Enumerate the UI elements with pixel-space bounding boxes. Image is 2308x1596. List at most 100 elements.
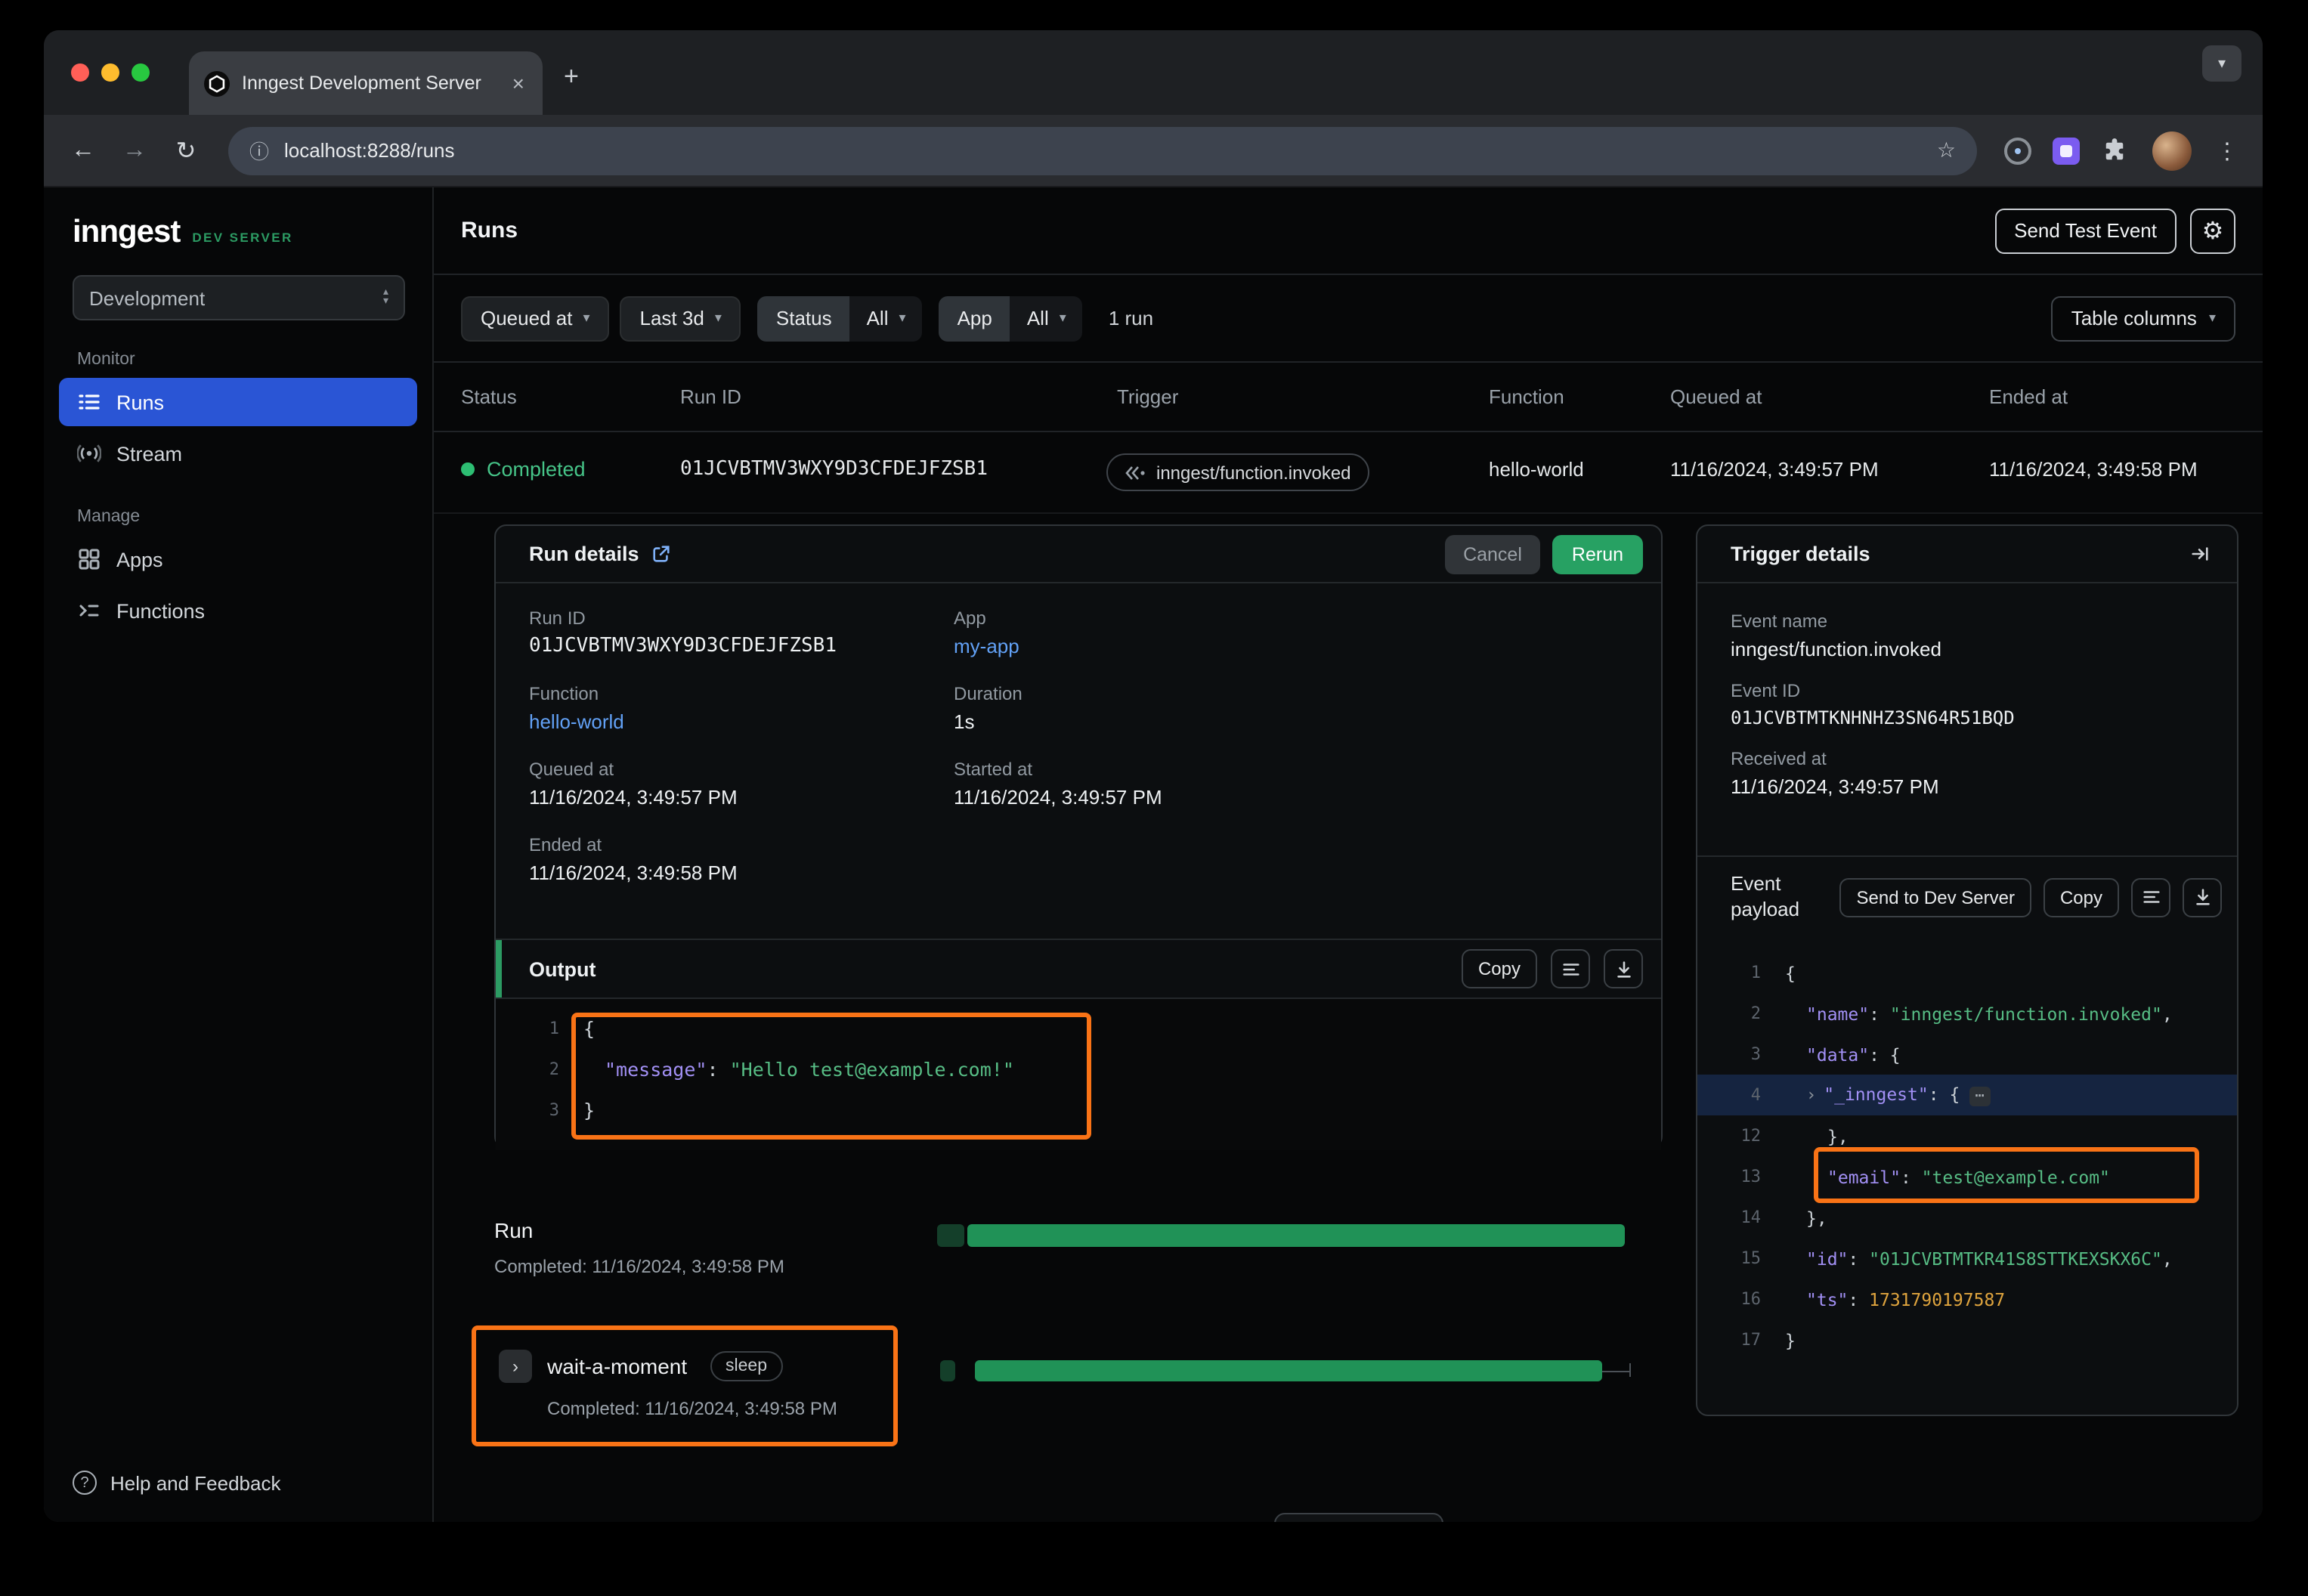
run-id-value: 01JCVBTMV3WXY9D3CFDEJFZSB1 [529, 635, 954, 657]
payload-code: 1{ 2"name": "inngest/function.invoked", … [1697, 937, 2237, 1418]
code-line-collapsed[interactable]: 4›"_inngest": {⋯ [1697, 1075, 2237, 1115]
event-payload-label: Event payload [1731, 873, 1818, 922]
sidebar: inngest DEV SERVER Development ▴▾ Monito… [44, 187, 434, 1522]
function-label: Function [529, 683, 954, 704]
help-icon: ? [73, 1471, 97, 1495]
timeline-run-label: Run [494, 1218, 784, 1242]
event-id-label: Event ID [1731, 680, 2204, 701]
browser-menu-icon[interactable]: ⋮ [2216, 137, 2238, 164]
row-trigger[interactable]: inngest/function.invoked [1106, 453, 1369, 491]
browser-tab[interactable]: Inngest Development Server × [189, 51, 543, 115]
scroll-to-bottom-button[interactable] [2183, 877, 2222, 917]
extension-purple-icon[interactable] [2053, 137, 2080, 164]
code-line: 16"ts": 1731790197587 [1697, 1279, 2237, 1319]
rerun-button[interactable]: Rerun [1552, 534, 1643, 574]
new-tab-button[interactable]: + [564, 62, 579, 92]
sidebar-item-runs[interactable]: Runs [59, 378, 417, 426]
tab-title: Inngest Development Server [242, 73, 497, 94]
logo-text: inngest [73, 215, 180, 251]
extensions-puzzle-icon[interactable] [2101, 137, 2128, 164]
zoom-window-button[interactable] [131, 63, 150, 82]
environment-select[interactable]: Development ▴▾ [73, 275, 405, 320]
timeline-run[interactable]: Run Completed: 11/16/2024, 3:49:58 PM [494, 1218, 784, 1277]
browser-toolbar: ← → ↻ ⓘ localhost:8288/runs ☆ ⋮ [44, 115, 2263, 187]
run-details-title: Run details [529, 543, 639, 565]
run-details-header: Run details Cancel Rerun [496, 526, 1661, 583]
external-link-icon[interactable] [651, 544, 671, 564]
wrap-lines-button[interactable] [1551, 949, 1590, 988]
queued-at-label: Queued at [529, 759, 954, 780]
page-title: Runs [461, 218, 518, 243]
ended-at-label: Ended at [529, 834, 954, 855]
code-line: 2"name": "inngest/function.invoked", [1697, 993, 2237, 1034]
duration-value: 1s [954, 710, 1628, 733]
table-columns-label: Table columns [2071, 307, 2197, 329]
send-to-dev-server-button[interactable]: Send to Dev Server [1840, 877, 2031, 917]
minimize-window-button[interactable] [101, 63, 119, 82]
timeline-run-completed: Completed: 11/16/2024, 3:49:58 PM [494, 1256, 784, 1277]
step-progress-tick [1629, 1363, 1631, 1377]
settings-gear-button[interactable]: ⚙ [2190, 208, 2235, 253]
help-and-feedback[interactable]: ? Help and Feedback [73, 1471, 281, 1495]
sidebar-item-apps[interactable]: Apps [59, 535, 417, 583]
run-count: 1 run [1109, 307, 1153, 329]
status-filter-value[interactable]: All ▾ [850, 295, 923, 341]
collapse-panel-button[interactable] [2180, 534, 2219, 574]
run-details-fields: Run ID01JCVBTMV3WXY9D3CFDEJFZSB1 Appmy-a… [496, 583, 1661, 884]
event-name-value: inngest/function.invoked [1731, 638, 2204, 660]
sidebar-item-label: Runs [116, 391, 164, 413]
fold-chevron-icon[interactable]: › [1806, 1085, 1816, 1105]
code-line-email: 13"email": "test@example.com" [1697, 1156, 2237, 1197]
table-columns-button[interactable]: Table columns ▾ [2052, 295, 2235, 341]
code-line: 17} [1697, 1319, 2237, 1360]
apps-icon [77, 547, 101, 571]
row-status: Completed [461, 458, 586, 481]
sidebar-item-functions[interactable]: Functions [59, 586, 417, 635]
step-progress-bar [975, 1360, 1602, 1381]
wrap-lines-button[interactable] [2131, 877, 2170, 917]
queued-at-label: Queued at [481, 307, 572, 329]
url-text[interactable]: localhost:8288/runs [284, 139, 1922, 162]
chevron-down-icon: ▾ [583, 310, 589, 326]
step-kind-badge: sleep [710, 1351, 782, 1381]
step-expand-button[interactable]: › [499, 1350, 532, 1383]
ended-at-value: 11/16/2024, 3:49:58 PM [529, 861, 954, 884]
bookmark-star-icon[interactable]: ☆ [1937, 138, 1956, 163]
status-dot-icon [461, 462, 475, 476]
cancel-button[interactable]: Cancel [1445, 534, 1540, 574]
copy-output-button[interactable]: Copy [1462, 949, 1537, 988]
status-filter[interactable]: Status All ▾ [758, 295, 923, 341]
back-button[interactable]: ← [62, 129, 104, 172]
row-run-id: 01JCVBTMV3WXY9D3CFDEJFZSB1 [680, 458, 988, 481]
queued-at-filter[interactable]: Queued at ▾ [461, 295, 610, 341]
expand-button-partial[interactable] [1274, 1513, 1443, 1522]
close-window-button[interactable] [71, 63, 89, 82]
app-filter-value[interactable]: All ▾ [1010, 295, 1083, 341]
runs-icon [77, 390, 101, 414]
scroll-to-bottom-button[interactable] [1604, 949, 1643, 988]
output-header: Output Copy [496, 939, 1661, 999]
sidebar-item-stream[interactable]: Stream [59, 429, 417, 478]
address-bar[interactable]: ⓘ localhost:8288/runs ☆ [228, 126, 1977, 175]
reload-button[interactable]: ↻ [165, 129, 207, 172]
site-info-icon[interactable]: ⓘ [249, 136, 269, 165]
extension-icon[interactable] [2004, 137, 2031, 164]
code-line: 2"message": "Hello test@example.com!" [496, 1049, 1661, 1090]
row-ended-at: 11/16/2024, 3:49:58 PM [1989, 458, 2198, 481]
function-link[interactable]: hello-world [529, 710, 954, 733]
copy-payload-button[interactable]: Copy [2043, 877, 2119, 917]
fold-ellipsis[interactable]: ⋯ [1969, 1087, 1990, 1106]
forward-button[interactable]: → [113, 129, 156, 172]
chevron-down-icon: ▾ [715, 310, 722, 326]
app-filter[interactable]: App All ▾ [939, 295, 1083, 341]
section-label-manage: Manage [77, 508, 432, 526]
send-test-event-button[interactable]: Send Test Event [1994, 208, 2177, 253]
tab-search-button[interactable]: ▾ [2202, 45, 2241, 82]
profile-avatar[interactable] [2152, 131, 2192, 170]
chevron-down-icon: ▾ [899, 310, 906, 326]
close-tab-icon[interactable]: × [509, 71, 527, 95]
app-link[interactable]: my-app [954, 635, 1628, 657]
browser-window: Inngest Development Server × + ▾ ← → ↻ ⓘ… [44, 30, 2263, 1522]
time-range-filter[interactable]: Last 3d ▾ [620, 295, 741, 341]
table-row[interactable]: Completed 01JCVBTMV3WXY9D3CFDEJFZSB1 inn… [434, 432, 2263, 514]
